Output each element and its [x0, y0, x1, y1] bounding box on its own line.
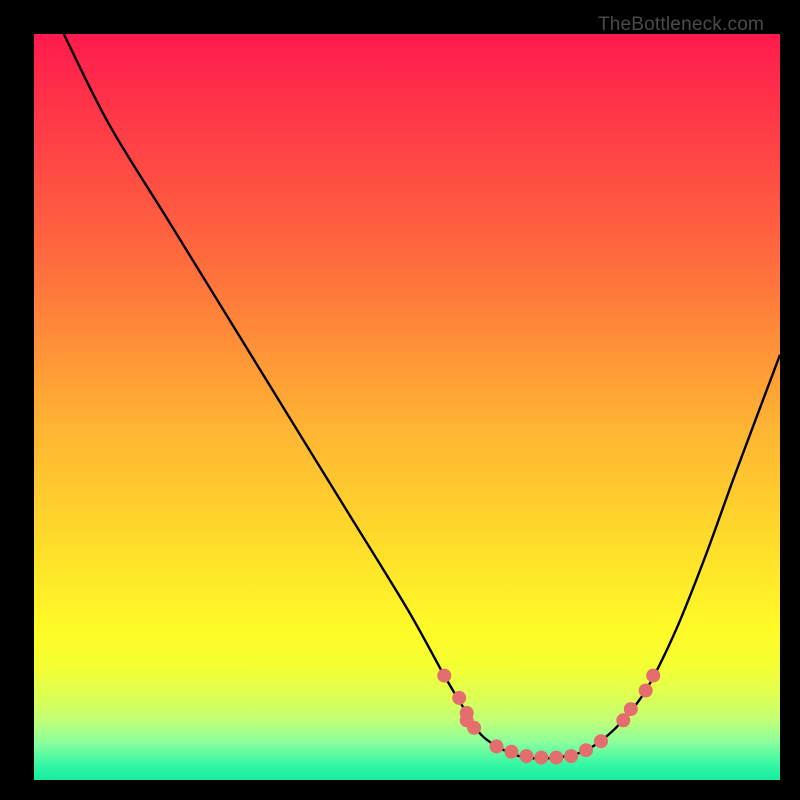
- marker-point: [594, 734, 608, 748]
- marker-point: [564, 749, 578, 763]
- marker-point: [490, 739, 504, 753]
- curve-svg: [34, 34, 780, 780]
- marker-point: [467, 721, 481, 735]
- bottleneck-curve: [64, 34, 780, 759]
- marker-point: [519, 749, 533, 763]
- marker-point: [452, 691, 466, 705]
- marker-point: [534, 751, 548, 765]
- marker-point: [504, 745, 518, 759]
- marker-point: [624, 702, 638, 716]
- marker-point: [646, 669, 660, 683]
- marker-point: [437, 669, 451, 683]
- chart-frame: TheBottleneck.com: [14, 8, 786, 792]
- attribution-text: TheBottleneck.com: [598, 14, 764, 36]
- marker-point: [639, 684, 653, 698]
- plot-area: [34, 34, 780, 780]
- marker-point: [549, 751, 563, 765]
- highlight-markers: [437, 669, 660, 765]
- marker-point: [579, 743, 593, 757]
